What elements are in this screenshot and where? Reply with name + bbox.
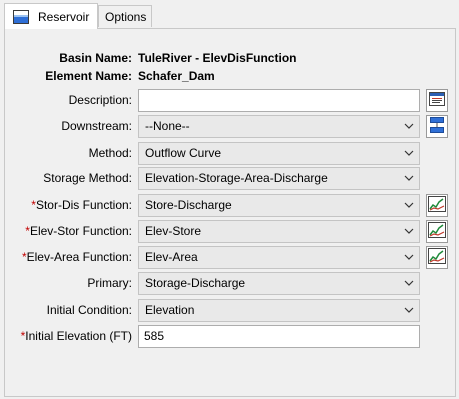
graph-icon [428, 222, 446, 241]
stor-dis-graph-button[interactable] [426, 194, 448, 217]
description-label: Description: [68, 93, 132, 107]
chevron-down-icon [404, 228, 414, 234]
primary-label: Primary: [87, 276, 132, 290]
initial-elevation-row: *Initial Elevation (FT) 585 [0, 325, 459, 348]
tab-options-label: Options [105, 9, 147, 24]
graph-icon [428, 196, 446, 215]
initial-elevation-label-text: Initial Elevation (FT) [25, 329, 132, 343]
stor-dis-value: Store-Discharge [145, 198, 232, 212]
initial-elevation-input[interactable]: 585 [138, 325, 420, 348]
initial-elevation-value: 585 [144, 329, 165, 343]
initial-condition-select[interactable]: Elevation [138, 299, 420, 322]
tab-bar: Reservoir Options [0, 0, 459, 29]
initial-condition-value: Elevation [145, 303, 195, 317]
primary-row: Primary: Storage-Discharge [0, 272, 459, 295]
notes-icon [429, 92, 445, 109]
reservoir-icon [13, 9, 33, 24]
elev-area-label-text: Elev-Area Function: [26, 250, 132, 264]
downstream-row: Downstream: --None-- [0, 115, 459, 138]
storage-method-label: Storage Method: [43, 171, 132, 185]
method-value: Outflow Curve [145, 146, 222, 160]
elev-stor-graph-button[interactable] [426, 220, 448, 243]
element-name-label: Element Name: [45, 69, 132, 83]
element-name-row: Element Name: Schafer_Dam [0, 65, 459, 88]
description-row: Description: [0, 89, 459, 112]
stor-dis-label-text: Stor-Dis Function: [35, 198, 132, 212]
downstream-value: --None-- [145, 119, 190, 133]
stor-dis-row: *Stor-Dis Function: Store-Discharge [0, 194, 459, 217]
description-input[interactable] [138, 89, 420, 112]
elev-area-label: *Elev-Area Function: [22, 246, 132, 269]
elev-stor-row: *Elev-Stor Function: Elev-Store [0, 220, 459, 243]
method-label: Method: [88, 146, 132, 160]
initial-elevation-label: *Initial Elevation (FT) [21, 325, 132, 348]
chevron-down-icon [404, 150, 414, 156]
stor-dis-select[interactable]: Store-Discharge [138, 194, 420, 217]
tab-options[interactable]: Options [98, 5, 152, 27]
initial-condition-label: Initial Condition: [46, 303, 132, 317]
stor-dis-label: *Stor-Dis Function: [31, 194, 132, 217]
storage-method-row: Storage Method: Elevation-Storage-Area-D… [0, 167, 459, 190]
description-editor-button[interactable] [426, 89, 448, 112]
storage-method-value: Elevation-Storage-Area-Discharge [145, 171, 328, 185]
tab-reservoir-label: Reservoir [38, 9, 90, 24]
downstream-selector-button[interactable] [426, 115, 448, 138]
elev-stor-label-text: Elev-Stor Function: [29, 224, 132, 238]
elev-stor-label: *Elev-Stor Function: [25, 220, 132, 243]
elev-stor-value: Elev-Store [145, 224, 202, 238]
primary-select[interactable]: Storage-Discharge [138, 272, 420, 295]
chevron-down-icon [404, 202, 414, 208]
primary-value: Storage-Discharge [145, 276, 246, 290]
method-select[interactable]: Outflow Curve [138, 142, 420, 165]
elev-area-select[interactable]: Elev-Area [138, 246, 420, 269]
elev-area-value: Elev-Area [145, 250, 198, 264]
chevron-down-icon [404, 254, 414, 260]
tab-reservoir[interactable]: Reservoir [4, 3, 98, 29]
element-picker-icon [430, 117, 444, 136]
chevron-down-icon [404, 280, 414, 286]
graph-icon [428, 248, 446, 267]
chevron-down-icon [404, 123, 414, 129]
downstream-select[interactable]: --None-- [138, 115, 420, 138]
element-name-value: Schafer_Dam [138, 69, 215, 83]
elev-stor-select[interactable]: Elev-Store [138, 220, 420, 243]
chevron-down-icon [404, 175, 414, 181]
elev-area-graph-button[interactable] [426, 246, 448, 269]
chevron-down-icon [404, 307, 414, 313]
storage-method-select[interactable]: Elevation-Storage-Area-Discharge [138, 167, 420, 190]
initial-condition-row: Initial Condition: Elevation [0, 299, 459, 322]
elev-area-row: *Elev-Area Function: Elev-Area [0, 246, 459, 269]
downstream-label: Downstream: [61, 119, 132, 133]
method-row: Method: Outflow Curve [0, 142, 459, 165]
